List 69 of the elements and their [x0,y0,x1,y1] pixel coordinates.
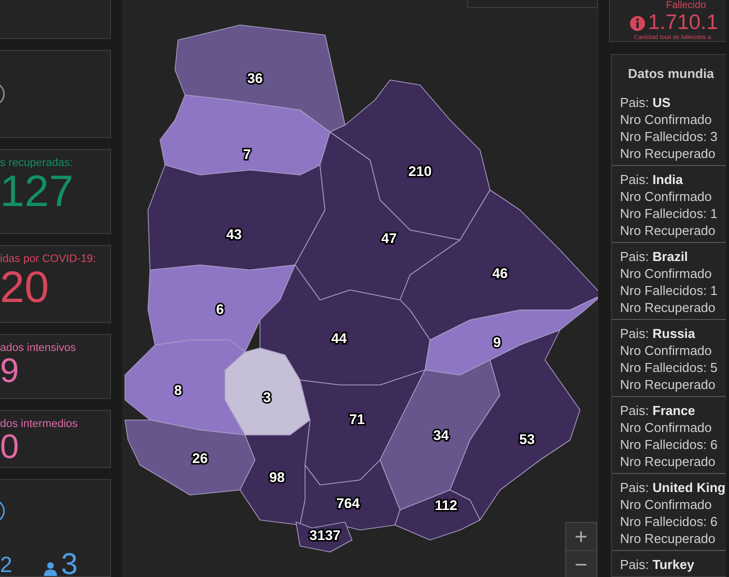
stat-label: s recuperadas: [0,156,73,169]
case-count-label: 3 [263,389,271,405]
case-count-label: 8 [174,382,182,398]
country-stat: Nro Recuperado [620,299,716,316]
country-name: Pais: Turkey [620,556,694,573]
department-region[interactable] [296,522,352,552]
stat-value: 1.710.1 [648,10,718,34]
country-stat: Nro Confirmado [620,265,712,282]
stat-value: 127 [0,169,74,215]
stat-value: 3 [61,552,78,576]
person-icon [44,562,57,576]
stat-label: idas por COVID-19: [0,252,96,265]
country-stat: Nro Fallecidos: 5 [620,359,718,376]
country-stat: Nro Fallecidos: 3 [620,128,718,145]
country-stat: Nro Fallecidos: 6 [620,436,718,453]
case-count-label: 44 [331,330,347,346]
department-region[interactable] [124,420,256,496]
department-region[interactable] [260,264,430,386]
country-stat: Nro Recuperado [620,530,716,547]
info-icon [630,16,645,30]
case-count-label: 43 [226,226,242,242]
department-region[interactable] [394,490,480,540]
country-stat: Nro Recuperado [620,376,716,393]
stat-value: 2 [0,552,14,576]
country-name: Pais: France [620,402,696,419]
country-name: Pais: Brazil [620,248,688,265]
department-region[interactable] [124,340,246,436]
country-stat: Nro Fallecidos: 1 [620,282,718,299]
stat-label: ados intensivos [0,341,76,354]
case-count-label: 26 [192,450,208,466]
case-count-label: 98 [269,469,285,485]
country-name: Pais: US [620,94,671,111]
case-count-label: 47 [381,230,397,246]
case-count-label: 210 [408,163,432,179]
country-stat: Nro Confirmado [620,188,712,205]
country-name: Pais: India [620,171,683,188]
stat-value: 20 [0,265,49,311]
case-count-label: 6 [216,301,224,317]
country-name: Pais: United King [620,479,726,496]
country-stat: Nro Recuperado [620,453,716,470]
department-region[interactable] [148,264,296,352]
stat-label: dos intermedios [0,416,78,430]
case-count-label: 53 [519,431,535,447]
stat-value: 9 [0,354,19,388]
country-stat: Nro Recuperado [620,145,716,162]
case-count-label: 9 [493,334,501,350]
case-count-label: 764 [336,495,360,511]
country-stat: Nro Fallecidos: 6 [620,513,718,530]
country-stat: Nro Confirmado [620,342,712,359]
panel-title: Datos mundia [627,65,714,83]
stat-label: Fallecido [666,0,706,11]
country-name: Pais: Russia [620,325,696,342]
country-stat: Nro Confirmado [620,496,712,513]
department-region[interactable] [380,360,500,510]
case-count-label: 3137 [309,527,341,543]
country-stat: Nro Fallecidos: 1 [620,205,718,222]
case-count-label: 34 [433,427,449,443]
country-stat: Nro Confirmado [620,419,712,436]
department-region[interactable] [224,348,310,436]
country-stat: Nro Recuperado [620,222,716,239]
stat-value: 0 [0,430,19,464]
country-stat: Nro Confirmado [620,111,712,128]
case-count-label: 46 [492,265,508,281]
case-count-label: 36 [247,70,263,86]
zoom-in-button[interactable]: + [566,523,596,550]
case-count-label: 7 [243,146,251,162]
case-count-label: 71 [349,411,365,427]
case-count-label: 112 [434,497,458,513]
zoom-out-button[interactable]: − [566,551,596,577]
